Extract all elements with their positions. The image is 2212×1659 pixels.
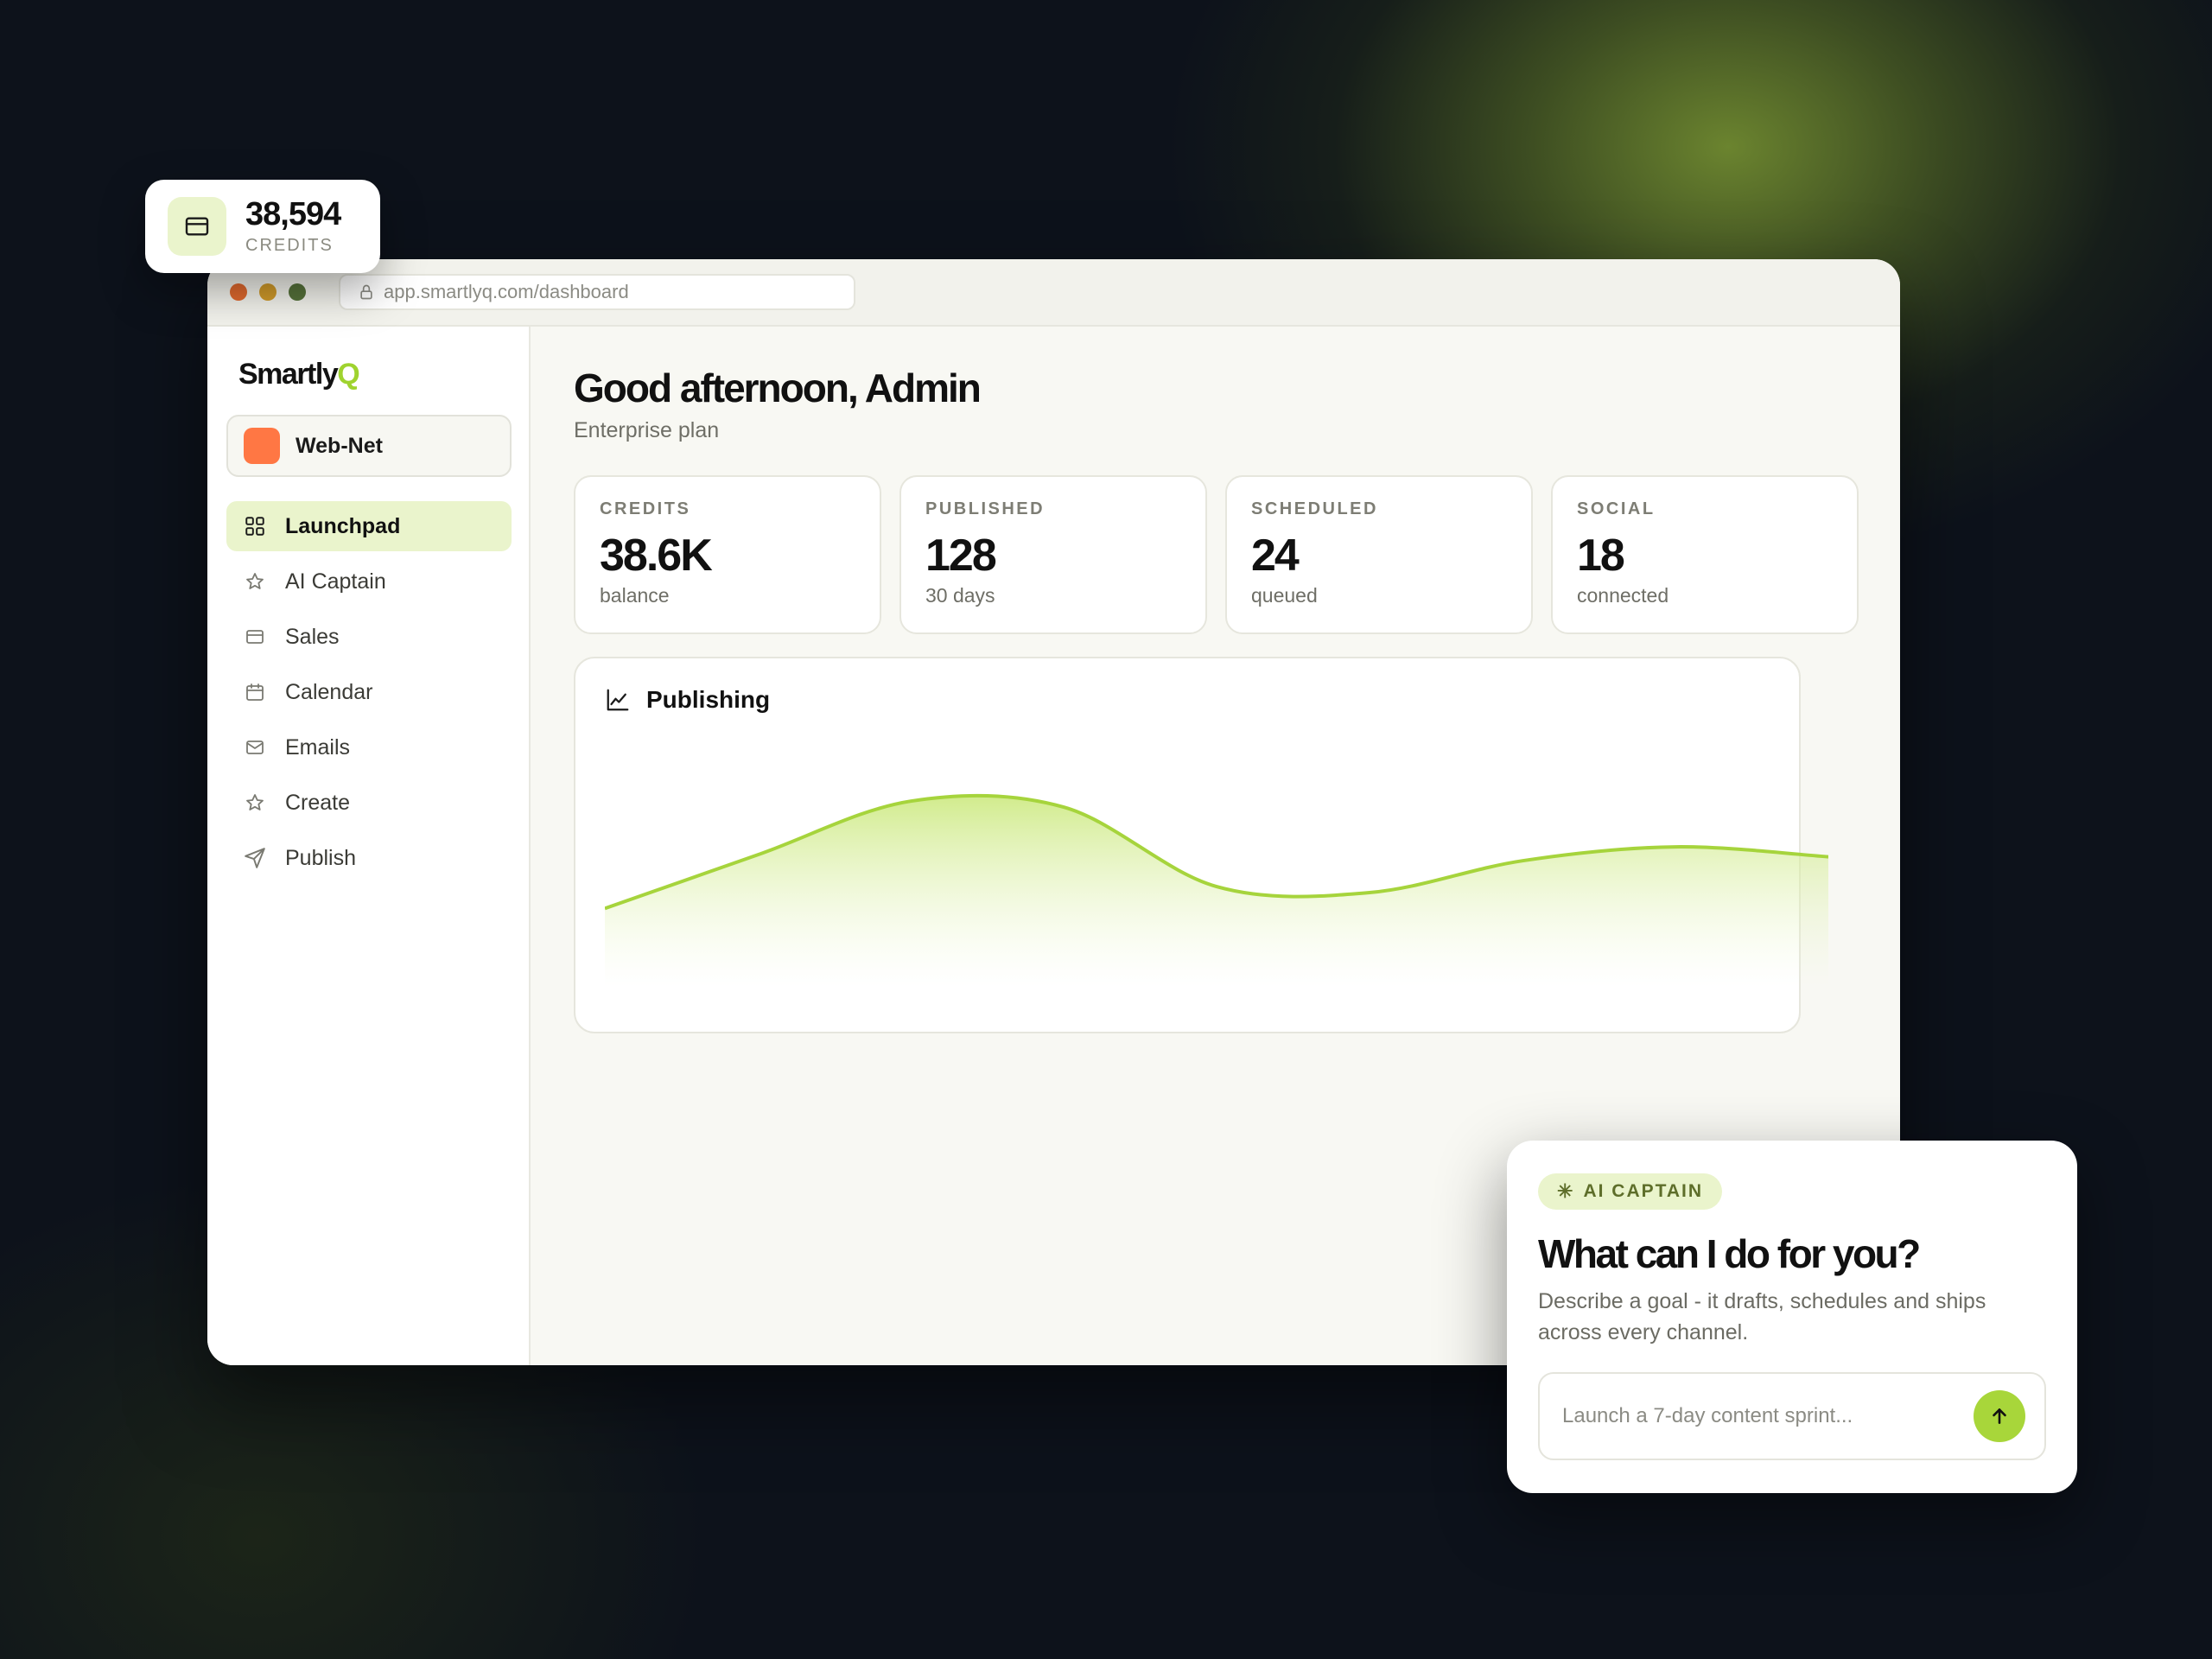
ai-description: Describe a goal - it drafts, schedules a…	[1538, 1289, 1986, 1344]
sidebar-item-label: Create	[285, 790, 351, 815]
sidebar-item-emails[interactable]: Emails	[226, 722, 512, 772]
chart-title-text: Publishing	[646, 686, 771, 713]
send-button[interactable]	[1974, 1390, 2025, 1442]
stat-label: SOCIAL	[1577, 499, 1656, 518]
workspace-avatar	[244, 428, 280, 464]
stat-card-credits: CREDITS 38.6K balance	[574, 475, 881, 634]
logo-accent: Q	[337, 358, 359, 391]
arrow-up-icon	[1993, 1408, 2006, 1424]
workspace-switcher[interactable]: Web-Net	[226, 415, 512, 477]
credits-label: CREDITS	[245, 235, 334, 255]
sidebar-item-label: Publish	[285, 845, 356, 870]
sidebar-item-label: Emails	[285, 734, 351, 760]
stat-card-published: PUBLISHED 128 30 days	[899, 475, 1207, 634]
chart-title: Publishing	[605, 686, 770, 714]
ai-heading: What can I do for you?	[1538, 1231, 1921, 1276]
plan-label: Enterprise plan	[574, 418, 720, 442]
mail-icon	[242, 734, 268, 760]
logo-text: Smartly	[238, 358, 339, 391]
sidebar-item-label: Launchpad	[285, 513, 401, 538]
browser-titlebar: app.smartlyq.com/dashboard	[207, 259, 1900, 327]
chart-area-fill	[605, 795, 1828, 987]
sidebar-item-sales[interactable]: Sales	[226, 612, 512, 662]
ai-captain-card: ✳ AI CAPTAIN What can I do for you? Desc…	[1507, 1141, 2077, 1493]
logo[interactable]: SmartlyQ	[238, 358, 360, 391]
workspace-name: Web-Net	[296, 433, 383, 458]
send-icon	[242, 845, 268, 871]
sidebar: SmartlyQ Web-Net Launchpad AI Captain Sa…	[207, 327, 531, 1365]
sidebar-item-create[interactable]: Create	[226, 778, 512, 828]
ai-prompt-input[interactable]	[1560, 1403, 1974, 1429]
stat-label: PUBLISHED	[925, 499, 1046, 518]
sidebar-item-ai-captain[interactable]: AI Captain	[226, 556, 512, 607]
credits-value: 38,594	[245, 195, 341, 232]
address-bar[interactable]: app.smartlyq.com/dashboard	[339, 274, 855, 310]
sidebar-item-publish[interactable]: Publish	[226, 833, 512, 883]
publishing-chart-card: Publishing	[574, 657, 1828, 1033]
stat-label: CREDITS	[600, 499, 691, 518]
grid-icon	[242, 513, 268, 539]
sparkle-icon: ✳	[1557, 1180, 1575, 1202]
sidebar-item-launchpad[interactable]: Launchpad	[226, 501, 512, 551]
star-icon	[242, 569, 268, 594]
ai-prompt-box	[1538, 1372, 2046, 1460]
stat-sub: connected	[1577, 584, 1669, 607]
stat-value: 38.6K	[600, 531, 713, 581]
close-dot[interactable]	[230, 283, 247, 301]
url-text: app.smartlyq.com/dashboard	[384, 281, 629, 302]
badge-text: AI CAPTAIN	[1583, 1181, 1704, 1201]
credit-card-icon	[242, 624, 268, 650]
stat-value: 18	[1577, 531, 1625, 581]
stat-value: 128	[925, 531, 997, 581]
line-chart-icon	[607, 689, 629, 711]
maximize-dot[interactable]	[289, 283, 306, 301]
star-icon	[242, 790, 268, 816]
sidebar-item-label: Calendar	[285, 679, 373, 704]
stat-value: 24	[1251, 531, 1300, 581]
stat-sub: balance	[600, 584, 670, 607]
stat-card-scheduled: SCHEDULED 24 queued	[1225, 475, 1533, 634]
credits-widget: 38,594 CREDITS	[145, 180, 380, 273]
stat-label: SCHEDULED	[1251, 499, 1378, 518]
stat-sub: queued	[1251, 584, 1318, 607]
ai-captain-badge: ✳ AI CAPTAIN	[1538, 1173, 1723, 1210]
credit-card-icon	[168, 197, 226, 256]
stat-card-social: SOCIAL 18 connected	[1551, 475, 1859, 634]
page-title: Good afternoon, Admin	[574, 365, 982, 410]
publishing-chart	[605, 793, 1828, 987]
sidebar-item-label: AI Captain	[285, 569, 386, 594]
stat-sub: 30 days	[925, 584, 995, 607]
sidebar-item-calendar[interactable]: Calendar	[226, 667, 512, 717]
calendar-icon	[242, 679, 268, 705]
minimize-dot[interactable]	[259, 283, 276, 301]
lock-icon	[360, 284, 372, 300]
sidebar-item-label: Sales	[285, 624, 340, 649]
sidebar-nav: Launchpad AI Captain Sales Calendar Emai…	[226, 501, 512, 888]
